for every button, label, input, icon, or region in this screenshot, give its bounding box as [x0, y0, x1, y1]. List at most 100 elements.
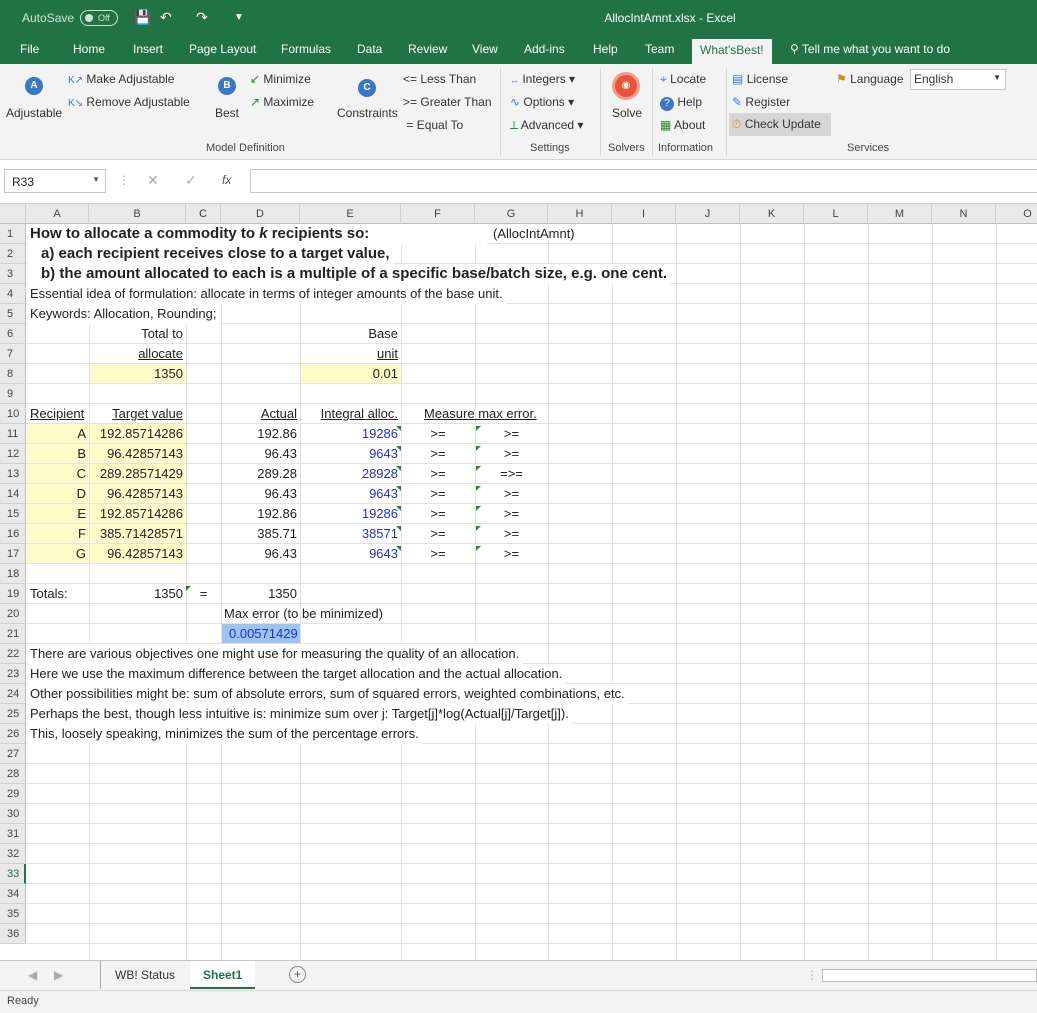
recipient-cell[interactable]: A: [27, 424, 89, 443]
tab-help[interactable]: Help: [593, 42, 618, 56]
equal-to-button[interactable]: = Equal To: [403, 118, 463, 132]
column-header[interactable]: B: [89, 204, 186, 224]
advanced-dropdown[interactable]: ⟂ Advanced ▾: [510, 118, 583, 133]
row-header[interactable]: 30: [0, 804, 26, 824]
row-header[interactable]: 18: [0, 564, 26, 584]
tab-team[interactable]: Team: [645, 42, 674, 56]
row-header[interactable]: 8: [0, 364, 26, 384]
column-header[interactable]: D: [221, 204, 300, 224]
save-icon[interactable]: 💾: [134, 9, 151, 26]
fx-icon[interactable]: fx: [222, 173, 231, 187]
license-button[interactable]: ▤ License: [732, 72, 788, 86]
row-header[interactable]: 29: [0, 784, 26, 804]
constraints-button[interactable]: Constraints: [337, 106, 398, 120]
constraint-cell[interactable]: =>=: [475, 464, 548, 484]
column-header[interactable]: O: [996, 204, 1037, 224]
tab-file[interactable]: File: [20, 42, 39, 56]
tab-whatsbest[interactable]: What'sBest!: [692, 39, 772, 64]
scroll-left-icon[interactable]: ◀: [28, 961, 37, 989]
target-header[interactable]: Target value: [90, 404, 186, 424]
row-header[interactable]: 13: [0, 464, 26, 484]
row-header[interactable]: 4: [0, 284, 26, 304]
target-cell[interactable]: 96.42857143: [90, 544, 186, 563]
enter-icon[interactable]: ✓: [185, 172, 197, 189]
base-unit-input[interactable]: 0.01: [301, 364, 401, 383]
note-row-25[interactable]: Perhaps the best, though less intuitive …: [27, 704, 572, 724]
actual-cell[interactable]: 96.43: [222, 484, 300, 504]
target-cell[interactable]: 96.42857143: [90, 444, 186, 463]
row-header[interactable]: 6: [0, 324, 26, 344]
row-header[interactable]: 36: [0, 924, 26, 944]
actual-cell[interactable]: 192.86: [222, 504, 300, 524]
adjustable-button[interactable]: Adjustable: [6, 106, 62, 120]
constraint-cell[interactable]: >=: [401, 444, 475, 464]
row-header[interactable]: 7: [0, 344, 26, 364]
integers-dropdown[interactable]: ↔ Integers ▾: [510, 72, 575, 86]
autosave-toggle[interactable]: Off: [80, 10, 118, 26]
column-header[interactable]: I: [612, 204, 676, 224]
row-header[interactable]: 16: [0, 524, 26, 544]
integral-header[interactable]: Integral alloc.: [301, 404, 401, 424]
column-header[interactable]: N: [932, 204, 996, 224]
worksheet-grid[interactable]: A B C D E F G H I J K L M N O 1 2 3 4 5: [0, 204, 1037, 960]
constraint-cell[interactable]: >=: [475, 424, 548, 444]
recipient-header[interactable]: Recipient: [27, 404, 87, 424]
scroll-right-icon[interactable]: ▶: [54, 961, 63, 989]
tab-view[interactable]: View: [472, 42, 498, 56]
horizontal-scrollbar[interactable]: [822, 969, 1037, 982]
integral-cell[interactable]: 19286: [301, 424, 401, 444]
integral-cell[interactable]: 9643: [301, 484, 401, 504]
check-update-button[interactable]: ⏱ Check Update: [729, 113, 831, 136]
column-header[interactable]: L: [804, 204, 868, 224]
totals-target[interactable]: 1350: [90, 584, 186, 604]
integral-cell[interactable]: 38571: [301, 524, 401, 544]
model-name-cell[interactable]: (AllocIntAmnt): [490, 224, 578, 244]
row-header[interactable]: 10: [0, 404, 26, 424]
sheet-tab-sheet1[interactable]: Sheet1: [190, 961, 256, 989]
target-cell[interactable]: 385.71428571: [90, 524, 186, 543]
row-header[interactable]: 25: [0, 704, 26, 724]
note-row-26[interactable]: This, loosely speaking, minimizes the su…: [27, 724, 422, 744]
tab-data[interactable]: Data: [357, 42, 382, 56]
base-label-2[interactable]: unit: [301, 344, 401, 364]
target-cell[interactable]: 289.28571429: [90, 464, 186, 483]
locate-button[interactable]: ⌖ Locate: [660, 72, 706, 87]
formula-input[interactable]: [250, 169, 1037, 193]
row-header[interactable]: 2: [0, 244, 26, 264]
integral-cell[interactable]: 28928: [301, 464, 401, 484]
redo-icon[interactable]: ↷: [196, 9, 208, 26]
row-header[interactable]: 23: [0, 664, 26, 684]
maximize-button[interactable]: ↗ Maximize: [250, 95, 314, 109]
constraint-cell[interactable]: >=: [475, 484, 548, 504]
recipient-cell[interactable]: F: [27, 524, 89, 543]
column-header[interactable]: J: [676, 204, 740, 224]
make-adjustable-button[interactable]: K↗ Make Adjustable: [68, 72, 174, 86]
row-header[interactable]: 31: [0, 824, 26, 844]
row-header[interactable]: 32: [0, 844, 26, 864]
constraint-cell[interactable]: >=: [475, 444, 548, 464]
totals-label[interactable]: Totals:: [27, 584, 71, 604]
column-header[interactable]: A: [26, 204, 89, 224]
name-box[interactable]: R33 ▼: [4, 169, 106, 193]
row-header[interactable]: 3: [0, 264, 26, 284]
row-header[interactable]: 17: [0, 544, 26, 564]
row-header[interactable]: 9: [0, 384, 26, 404]
integral-cell[interactable]: 9643: [301, 544, 401, 564]
tab-formulas[interactable]: Formulas: [281, 42, 331, 56]
constraint-cell[interactable]: >=: [401, 524, 475, 544]
target-cell[interactable]: 96.42857143: [90, 484, 186, 503]
actual-header[interactable]: Actual: [222, 404, 300, 424]
recipient-cell[interactable]: G: [27, 544, 89, 563]
row-header[interactable]: 15: [0, 504, 26, 524]
tab-page-layout[interactable]: Page Layout: [189, 42, 256, 56]
sheet-tab-wb-status[interactable]: WB! Status: [100, 961, 189, 989]
column-header[interactable]: M: [868, 204, 932, 224]
integral-cell[interactable]: 19286: [301, 504, 401, 524]
formulation-note[interactable]: Essential idea of formulation: allocate …: [27, 284, 506, 304]
undo-icon[interactable]: ↶: [160, 9, 172, 26]
row-header[interactable]: 1: [0, 224, 26, 244]
condition-a[interactable]: a) each recipient receives close to a ta…: [27, 244, 393, 264]
note-row-23[interactable]: Here we use the maximum difference betwe…: [27, 664, 566, 684]
totals-constraint[interactable]: =: [186, 584, 221, 604]
actual-cell[interactable]: 289.28: [222, 464, 300, 484]
